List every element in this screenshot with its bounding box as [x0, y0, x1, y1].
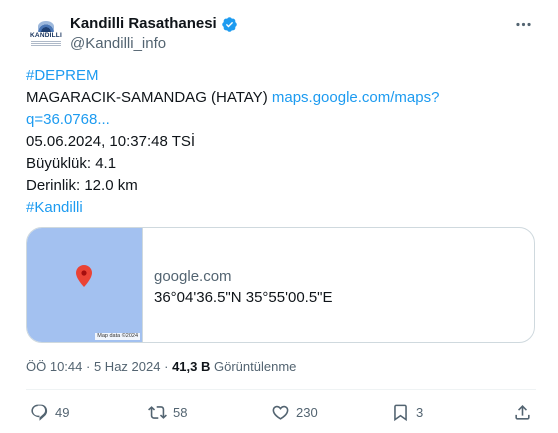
avatar-logo-subtext: [31, 40, 61, 47]
reply-button[interactable]: 49: [30, 398, 69, 426]
share-icon: [515, 404, 530, 420]
maps-link-part-1[interactable]: maps.google.com/maps?: [272, 89, 440, 106]
bookmark-count: 3: [416, 404, 424, 420]
card-title: 36°04'36.5"N 35°55'00.5"E: [154, 289, 333, 306]
map-thumbnail[interactable]: Map data ©2024: [27, 228, 143, 342]
map-pin-icon: [76, 265, 92, 287]
more-options-button[interactable]: [508, 12, 538, 36]
meta-separator: ·: [164, 359, 169, 374]
like-button[interactable]: 230: [271, 398, 318, 426]
card-domain: google.com: [154, 268, 232, 285]
repost-count: 58: [173, 404, 188, 420]
tweet-time[interactable]: ÖÖ 10:44: [26, 359, 82, 374]
tweet-date[interactable]: 5 Haz 2024: [94, 359, 161, 374]
hashtag-kandilli-link[interactable]: #Kandilli: [26, 199, 83, 216]
like-count: 230: [296, 404, 318, 420]
account-handle[interactable]: @Kandilli_info: [70, 34, 238, 54]
bookmark-icon: [394, 404, 407, 421]
avatar[interactable]: KANDILLI: [26, 14, 66, 54]
heart-icon: [272, 405, 289, 420]
meta-separator: ·: [86, 359, 91, 374]
avatar-logo-text: KANDILLI: [30, 32, 62, 40]
magnitude-text: Büyüklük: 4.1: [26, 155, 117, 172]
author-block: Kandilli Rasathanesi @Kandilli_info: [70, 14, 238, 54]
depth-text: Derinlik: 12.0 km: [26, 177, 138, 194]
reply-icon: [31, 404, 48, 421]
display-name[interactable]: Kandilli Rasathanesi: [70, 14, 217, 34]
location-text: MAGARACIK-SAMANDAG (HATAY): [26, 89, 268, 106]
share-button[interactable]: [513, 398, 532, 426]
more-dots-icon: [515, 22, 531, 26]
bookmark-button[interactable]: 3: [391, 398, 423, 426]
views-label: Görüntülenme: [214, 359, 297, 374]
map-credit: Map data ©2024: [95, 332, 140, 340]
tweet-card[interactable]: KANDILLI Kandilli Rasathanesi @Kandilli_…: [0, 0, 558, 433]
verified-badge-icon: [221, 16, 237, 32]
views-count: 41,3 B: [172, 359, 211, 374]
repost-button[interactable]: 58: [148, 398, 187, 426]
card-info: google.com 36°04'36.5"N 35°55'00.5"E: [143, 228, 333, 342]
reply-count: 49: [55, 404, 70, 420]
datetime-text: 05.06.2024, 10:37:48 TSİ: [26, 133, 196, 150]
tweet-header: KANDILLI Kandilli Rasathanesi @Kandilli_…: [26, 14, 542, 58]
tweet-meta: ÖÖ 10:44 · 5 Haz 2024 · 41,3 B Görüntüle…: [26, 358, 296, 376]
maps-link-part-2[interactable]: q=36.0768...: [26, 111, 110, 128]
repost-icon: [148, 405, 167, 419]
tweet-actions: 49 58 230 3: [26, 398, 536, 426]
observatory-logo-icon: [38, 21, 54, 33]
hashtag-deprem-link[interactable]: #DEPREM: [26, 67, 99, 84]
tweet-text: #DEPREM MAGARACIK-SAMANDAG (HATAY) maps.…: [26, 65, 536, 219]
display-name-row[interactable]: Kandilli Rasathanesi: [70, 14, 238, 34]
actions-divider: [26, 389, 536, 390]
link-preview-card[interactable]: Map data ©2024 google.com 36°04'36.5"N 3…: [26, 227, 535, 343]
